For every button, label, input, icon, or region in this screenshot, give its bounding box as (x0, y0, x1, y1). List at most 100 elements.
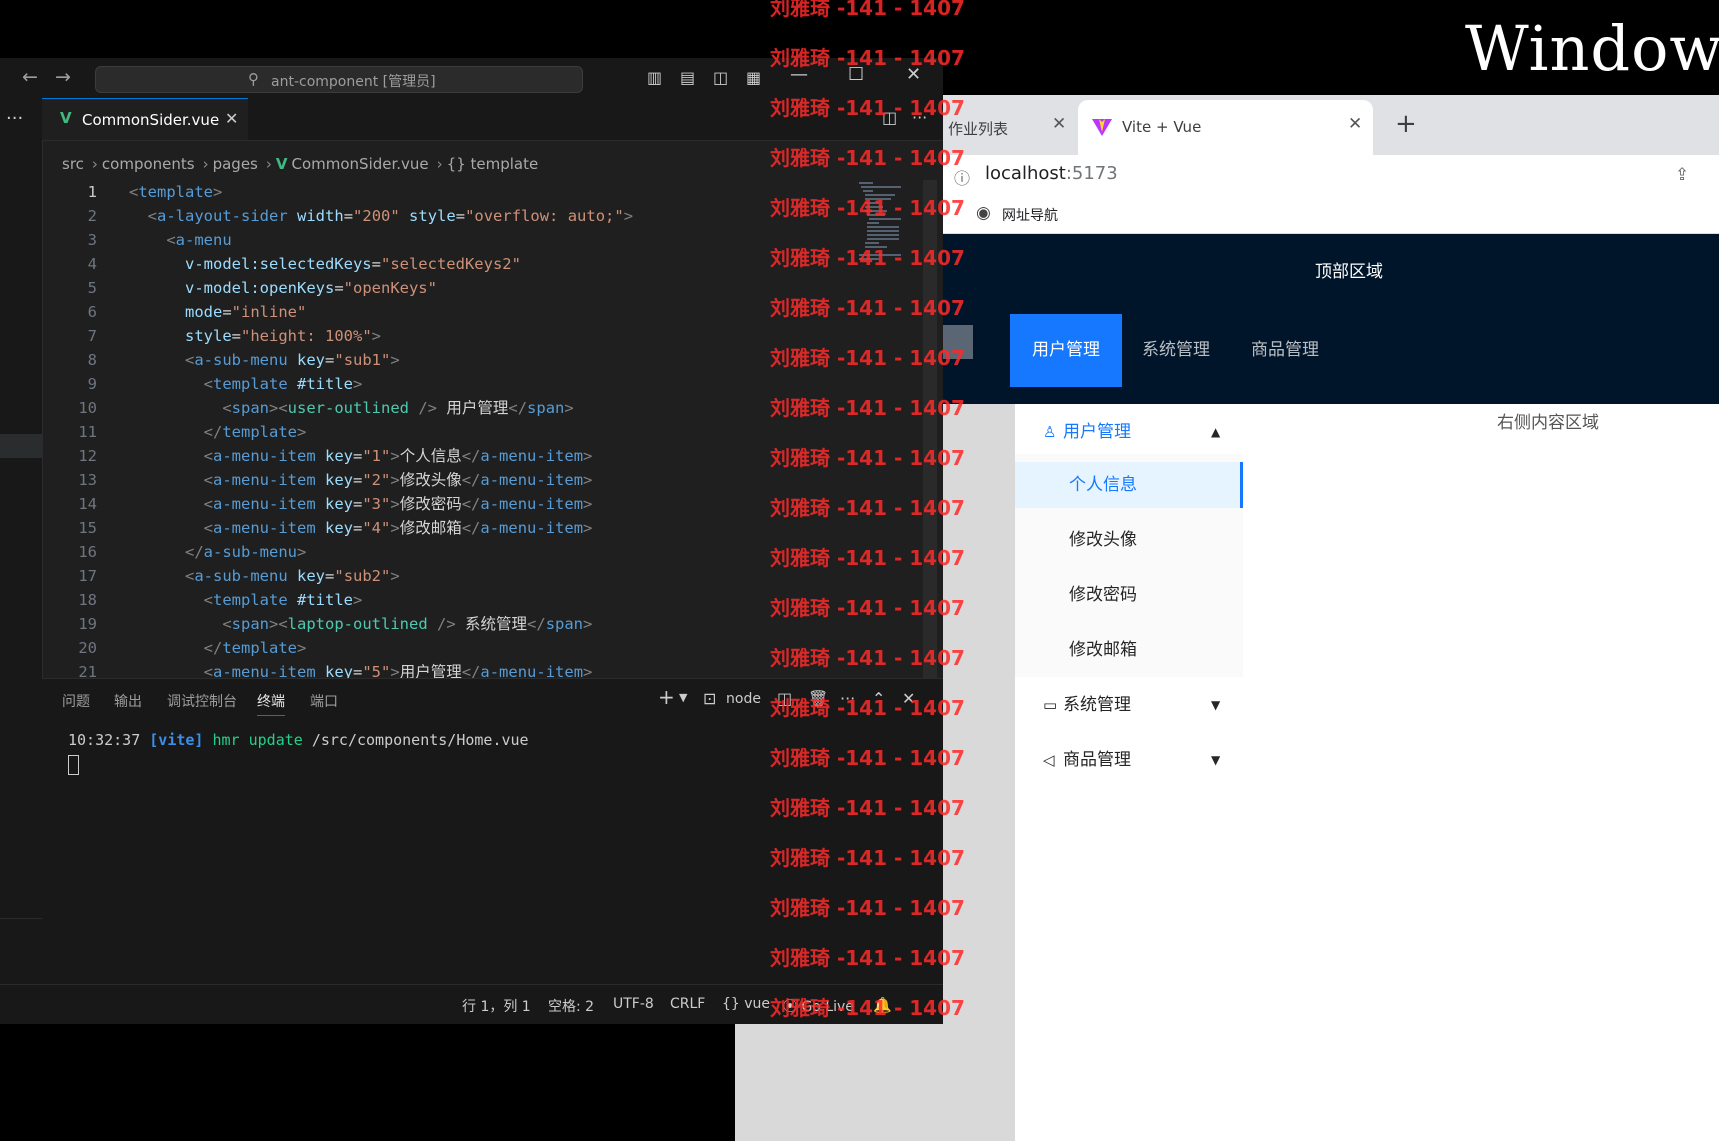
close-icon[interactable]: ✕ (225, 109, 238, 128)
toggle-secondary-sidebar-icon[interactable]: ◫ (713, 68, 728, 87)
editor-tab-label: CommonSider.vue (82, 111, 220, 129)
forward-arrow-icon[interactable]: → (55, 66, 71, 88)
submenu-user[interactable]: ♙ 用户管理 ▲ (1015, 407, 1243, 457)
code-token: > (371, 327, 382, 345)
code-line[interactable]: 18 <template #title> (42, 588, 862, 612)
code-token: </ (461, 495, 481, 513)
code-line[interactable]: 20 </template> (42, 636, 862, 660)
submenu-system[interactable]: ▭ 系统管理 ▼ (1015, 680, 1243, 730)
code-line[interactable]: 6 mode="inline" (42, 300, 862, 324)
code-token: "3" (362, 495, 391, 513)
menu-item-password[interactable]: 修改密码 (1015, 572, 1243, 618)
code-token: template (222, 639, 297, 657)
address-bar[interactable]: ⓘ localhost:5173 ⇪ (940, 155, 1719, 197)
breadcrumb-item[interactable]: pages (213, 155, 258, 173)
new-terminal-icon[interactable]: + (658, 685, 675, 709)
panel-tab-terminal[interactable]: 终端 (257, 691, 285, 716)
terminal-name[interactable]: node (726, 691, 761, 707)
status-indent[interactable]: 空格: 2 (548, 996, 594, 1016)
line-number: 15 (78, 519, 97, 537)
search-icon: ⚲ (248, 70, 259, 88)
code-line[interactable]: 4 v-model:selectedKeys="selectedKeys2" (42, 252, 862, 276)
code-token: >< (269, 615, 288, 633)
vue-file-icon: V (275, 155, 288, 173)
close-icon[interactable]: ✕ (1348, 114, 1362, 134)
code-line[interactable]: 15 <a-menu-item key="4">修改邮箱</a-menu-ite… (42, 516, 862, 540)
breadcrumb-item[interactable]: {} template (447, 155, 539, 173)
command-center-search[interactable]: ⚲ ant-component [管理员] (95, 66, 583, 93)
customize-layout-icon[interactable]: ▦ (746, 68, 761, 87)
url-port: :5173 (1065, 163, 1118, 184)
breadcrumb-item[interactable]: components (102, 155, 195, 173)
status-eol[interactable]: CRLF (670, 996, 705, 1012)
submenu-user-items: 个人信息 修改头像 修改密码 修改邮箱 (1015, 454, 1243, 677)
code-line[interactable]: 5 v-model:openKeys="openKeys" (42, 276, 862, 300)
nav-item-product[interactable]: 商品管理 (1229, 314, 1341, 387)
menu-item-profile[interactable]: 个人信息 (1015, 462, 1243, 508)
share-icon[interactable]: ⇪ (1675, 165, 1689, 185)
code-line[interactable]: 1 <template> (42, 180, 862, 204)
watermark-text: 刘雅琦 -141 - 1407 (770, 296, 965, 320)
code-line[interactable]: 19 <span><laptop-outlined /> 系统管理</span> (42, 612, 862, 636)
editor-tab-commonsider[interactable]: V CommonSider.vue ✕ (42, 98, 248, 140)
code-line[interactable]: 17 <a-sub-menu key="sub2"> (42, 564, 862, 588)
code-text: <a-menu (129, 228, 231, 252)
status-encoding[interactable]: UTF-8 (613, 996, 654, 1012)
terminal-output[interactable]: 10:32:37 [vite] hmr update /src/componen… (68, 731, 529, 749)
code-token: "4" (362, 519, 391, 537)
status-language[interactable]: {} vue (722, 996, 770, 1012)
chevron-down-icon: ▼ (1211, 698, 1221, 712)
watermark-text: 刘雅琦 -141 - 1407 (770, 846, 965, 870)
toggle-panel-icon[interactable]: ▤ (680, 68, 695, 87)
chevron-down-icon[interactable]: ▼ (679, 691, 687, 704)
menu-item-avatar[interactable]: 修改头像 (1015, 517, 1243, 563)
bottom-panel: 问题 输出 调试控制台 终端 端口 + ▼ ⊡ node ◫ 🗑 ··· ⌃ ✕… (42, 678, 943, 985)
code-line[interactable]: 7 style="height: 100%"> (42, 324, 862, 348)
breadcrumb-item[interactable]: CommonSider.vue (291, 155, 428, 173)
nav-item-system[interactable]: 系统管理 (1120, 314, 1232, 387)
nav-item-user[interactable]: 用户管理 (1010, 314, 1122, 387)
url-field[interactable]: localhost:5173 (985, 163, 1118, 184)
menu-item-email[interactable]: 修改邮箱 (1015, 627, 1243, 673)
panel-tab-ports[interactable]: 端口 (310, 691, 338, 711)
code-token: /> (418, 399, 438, 417)
code-token: key (297, 567, 326, 585)
toggle-sidebar-icon[interactable]: ▥ (647, 68, 662, 87)
browser-tab-vite[interactable]: Vite + Vue ✕ (1078, 100, 1373, 155)
code-token: = (353, 519, 363, 537)
code-token: key (297, 351, 326, 369)
code-line[interactable]: 12 <a-menu-item key="1">个人信息</a-menu-ite… (42, 444, 862, 468)
code-token: key (325, 519, 353, 537)
code-line[interactable]: 16 </a-sub-menu> (42, 540, 862, 564)
code-token: > (390, 495, 400, 513)
line-number: 9 (87, 375, 97, 393)
bookmark-item[interactable]: 网址导航 (1002, 205, 1058, 225)
code-line[interactable]: 8 <a-sub-menu key="sub1"> (42, 348, 862, 372)
panel-tab-output[interactable]: 输出 (114, 691, 142, 711)
code-line[interactable]: 9 <template #title> (42, 372, 862, 396)
code-token: < (166, 231, 176, 249)
submenu-label: 商品管理 (1063, 750, 1131, 770)
panel-tab-debug-console[interactable]: 调试控制台 (167, 691, 237, 711)
new-tab-button[interactable]: + (1395, 109, 1417, 139)
code-editor[interactable]: 1 <template> 2 <a-layout-sider width="200"… (42, 180, 862, 681)
code-token: a-layout-sider (157, 207, 288, 225)
status-cursor-position[interactable]: 行 1，列 1 (462, 996, 531, 1016)
code-line[interactable]: 2 <a-layout-sider width="200" style="ove… (42, 204, 862, 228)
submenu-product[interactable]: ◁ 商品管理 ▼ (1015, 735, 1243, 785)
chevron-right-icon: › (202, 155, 209, 173)
code-line[interactable]: 13 <a-menu-item key="2">修改头像</a-menu-ite… (42, 468, 862, 492)
line-number: 2 (87, 207, 97, 225)
code-line[interactable]: 11 </template> (42, 420, 862, 444)
breadcrumb-item[interactable]: src (62, 155, 84, 173)
panel-tab-problems[interactable]: 问题 (62, 691, 90, 711)
code-token: "openKeys" (343, 279, 437, 297)
close-icon[interactable]: ✕ (1052, 114, 1066, 134)
back-arrow-icon[interactable]: ← (22, 66, 38, 88)
more-dots-icon[interactable]: ··· (6, 108, 23, 129)
code-line[interactable]: 14 <a-menu-item key="3">修改密码</a-menu-ite… (42, 492, 862, 516)
code-line[interactable]: 3 <a-menu (42, 228, 862, 252)
code-line[interactable]: 10 <span><user-outlined /> 用户管理</span> (42, 396, 862, 420)
